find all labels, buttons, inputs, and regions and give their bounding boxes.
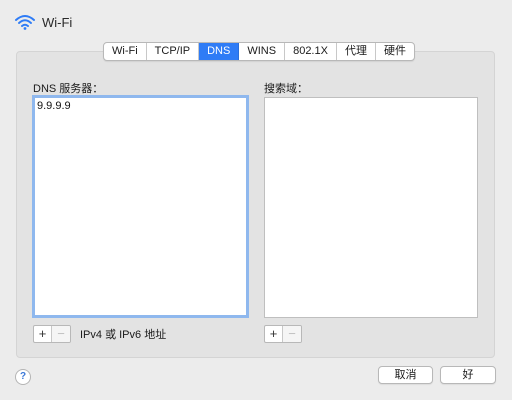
window-title: Wi-Fi: [42, 14, 73, 30]
wifi-icon: [14, 14, 36, 30]
tab-tcpip[interactable]: TCP/IP: [147, 43, 200, 60]
tab-hardware[interactable]: 硬件: [376, 43, 414, 60]
tab-8021x[interactable]: 802.1X: [285, 43, 337, 60]
cancel-button[interactable]: 取消: [378, 366, 433, 384]
help-button[interactable]: ?: [15, 369, 31, 385]
tab-wins[interactable]: WINS: [239, 43, 286, 60]
search-domain-add-remove-group: + −: [264, 325, 302, 343]
tab-proxy[interactable]: 代理: [337, 43, 376, 60]
tab-wifi[interactable]: Wi-Fi: [104, 43, 147, 60]
ok-button[interactable]: 好: [440, 366, 496, 384]
list-item[interactable]: 9.9.9.9: [35, 98, 246, 114]
add-search-domain-button[interactable]: +: [265, 326, 283, 342]
network-dns-window: Wi-Fi Wi-Fi TCP/IP DNS WINS 802.1X 代理 硬件…: [0, 0, 512, 400]
remove-search-domain-button[interactable]: −: [283, 326, 301, 342]
window-header: Wi-Fi: [14, 14, 72, 30]
dns-servers-label: DNS 服务器：: [33, 83, 104, 95]
tab-dns[interactable]: DNS: [199, 43, 240, 60]
remove-dns-server-button[interactable]: −: [52, 326, 70, 342]
dns-add-remove-group: + −: [33, 325, 71, 343]
search-domains-list[interactable]: [264, 97, 478, 318]
tab-bar: Wi-Fi TCP/IP DNS WINS 802.1X 代理 硬件: [103, 42, 415, 61]
add-dns-server-button[interactable]: +: [34, 326, 52, 342]
dns-servers-list[interactable]: 9.9.9.9: [32, 95, 249, 318]
dns-hint-text: IPv4 或 IPv6 地址: [80, 329, 167, 341]
search-domains-label: 搜索域：: [264, 83, 308, 95]
